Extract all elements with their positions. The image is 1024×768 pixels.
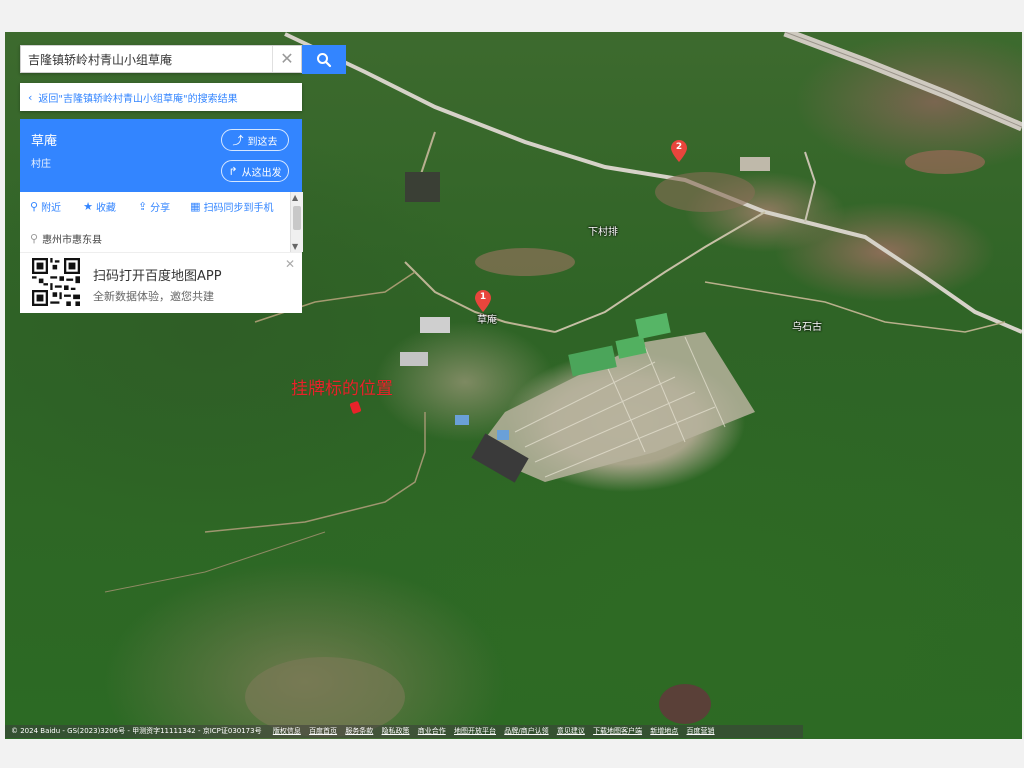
footer-link-terms[interactable]: 服务条款 [345,727,373,735]
close-icon[interactable]: ✕ [285,257,295,271]
share-label: 分享 [150,202,171,214]
nearby-label: 附近 [41,202,62,214]
footer-link-privacy[interactable]: 隐私政策 [382,727,410,735]
footer-link-home[interactable]: 百度首页 [309,727,337,735]
footer-link-download[interactable]: 下载地图客户端 [593,727,642,735]
map-footer: © 2024 Baidu - GS(2023)3206号 - 甲测资字11111… [5,725,803,738]
footer-link-claim[interactable]: 品牌/商户认领 [504,727,548,735]
chevron-left-icon: ‹ [28,90,33,104]
send-to-phone-button[interactable]: ▦ 扫码同步到手机 [190,199,273,214]
promo-title: 扫码打开百度地图APP [93,269,222,284]
app-promo-banner: 扫码打开百度地图APP 全新数据体验，邀您共建 ✕ [20,253,302,313]
go-here-label: 到这去 [247,136,278,148]
search-icon [317,52,332,67]
place-label-xiacunpai: 下村排 [588,227,618,238]
annotation-sign-location: 挂牌标的位置 [291,379,393,399]
scroll-up-icon[interactable]: ▲ [292,193,298,202]
share-button[interactable]: ⇪ 分享 [138,199,170,214]
pin-icon: ⚲ [30,199,39,213]
star-icon: ★ [83,199,93,213]
marker-number: 1 [479,292,487,302]
back-to-results-link[interactable]: ‹ 返回"吉隆镇轿岭村青山小组草庵"的搜索结果 [20,83,302,111]
send-to-phone-label: 扫码同步到手机 [203,202,274,214]
search-button[interactable] [302,45,346,74]
from-here-button[interactable]: ↱ 从这出发 [221,160,289,182]
address-text: 惠州市惠东县 [42,235,103,246]
marker-number: 2 [675,142,683,152]
copyright-text: © 2024 Baidu - GS(2023)3206号 - 甲测资字11111… [11,727,262,735]
footer-link-business[interactable]: 商业合作 [418,727,446,735]
close-icon[interactable]: ✕ [272,46,301,72]
qr-code-icon [32,258,80,306]
search-box: 吉隆镇轿岭村青山小组草庵 ✕ [20,45,302,73]
search-input[interactable]: 吉隆镇轿岭村青山小组草庵 [21,51,272,68]
map-marker-2[interactable]: 2 [671,140,687,166]
place-category: 村庄 [31,159,51,170]
route-icon: ⤴ [232,134,244,147]
location-icon: ⚲ [30,232,39,245]
share-icon: ⇪ [137,199,148,213]
route-icon: ↱ [228,164,238,178]
back-link-text: 返回"吉隆镇轿岭村青山小组草庵"的搜索结果 [38,93,238,105]
result-card-body: ⚲ 附近 ★ 收藏 ⇪ 分享 ▦ 扫码同步到手机 ⚲ 惠州市惠东县 ▲ ▼ [20,192,303,253]
place-name: 草庵 [31,134,58,149]
scrollbar-thumb[interactable] [293,206,301,230]
footer-link-open-platform[interactable]: 地图开放平台 [454,727,496,735]
qr-icon: ▦ [190,199,201,213]
result-card-header: 草庵 村庄 ⤴ 到这去 ↱ 从这出发 [20,119,302,192]
place-address: ⚲ 惠州市惠东县 [30,231,102,246]
footer-link-copyright[interactable]: 版权信息 [273,727,301,735]
from-here-label: 从这出发 [241,167,282,179]
marker-label-caoan: 草庵 [477,315,497,326]
scroll-down-icon[interactable]: ▼ [292,242,298,251]
footer-link-feedback[interactable]: 意见建议 [557,727,585,735]
place-label-wushigu: 乌石古 [792,322,822,333]
action-bar: ⚲ 附近 ★ 收藏 ⇪ 分享 ▦ 扫码同步到手机 [20,192,290,220]
footer-link-marketing[interactable]: 百度营销 [687,727,715,735]
favorite-button[interactable]: ★ 收藏 [83,199,116,214]
favorite-label: 收藏 [95,202,116,214]
nearby-button[interactable]: ⚲ 附近 [30,199,61,214]
promo-subtitle: 全新数据体验，邀您共建 [93,290,214,303]
go-here-button[interactable]: ⤴ 到这去 [221,129,289,151]
result-card: 草庵 村庄 ⤴ 到这去 ↱ 从这出发 ⚲ 附近 ★ 收藏 ⇪ 分享 ▦ 扫码同步… [20,119,303,313]
card-scrollbar[interactable]: ▲ ▼ [290,192,303,252]
footer-link-add-place[interactable]: 新增地点 [650,727,678,735]
